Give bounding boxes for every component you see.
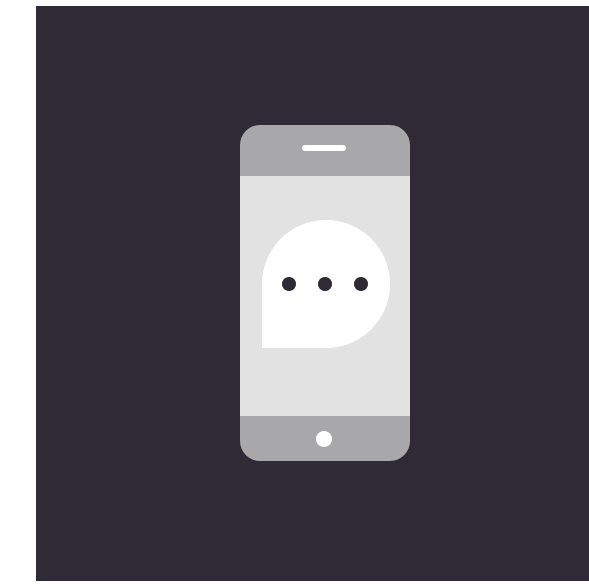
home-button (316, 431, 332, 447)
typing-dot (282, 277, 296, 291)
smartphone-chat-illustration (240, 125, 410, 461)
chat-bubble-icon (262, 220, 390, 348)
illustration-canvas (36, 6, 589, 581)
typing-dot (318, 277, 332, 291)
typing-dot (354, 277, 368, 291)
speaker-slot (302, 145, 346, 151)
